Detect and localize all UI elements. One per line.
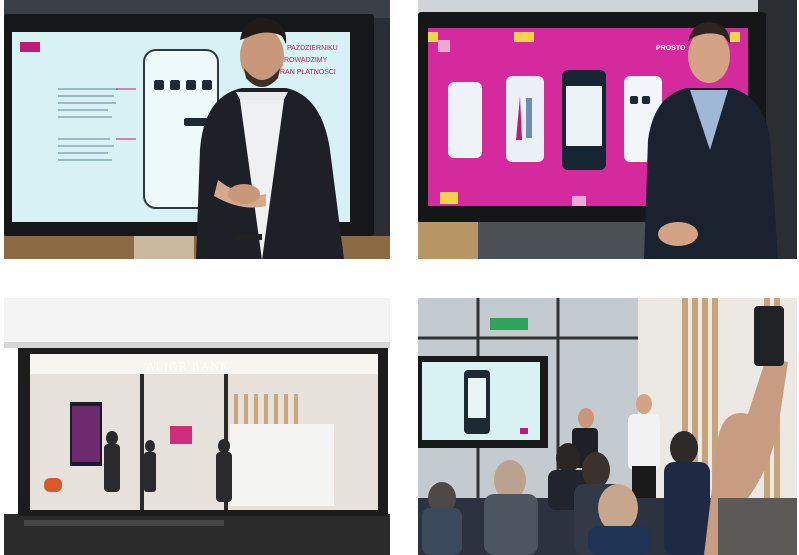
screen-text-line-3: RAN PŁATNOŚCI — [280, 67, 336, 76]
screen-text: PROSTO — [656, 45, 686, 52]
photo-bank-branch: ALIOR BANK — [4, 298, 390, 555]
photo-presenter-right: PROSTO — [418, 0, 797, 259]
screen-text-line-2: ROWADZIMY — [284, 57, 328, 64]
photo-presenter-left: PAŹDZIERNIKU ROWADZIMY RAN PŁATNOŚCI — [4, 0, 390, 259]
screen-text-line-1: PAŹDZIERNIKU — [287, 43, 338, 52]
bank-sign: ALIOR BANK — [146, 359, 230, 373]
photo-audience — [418, 298, 797, 555]
